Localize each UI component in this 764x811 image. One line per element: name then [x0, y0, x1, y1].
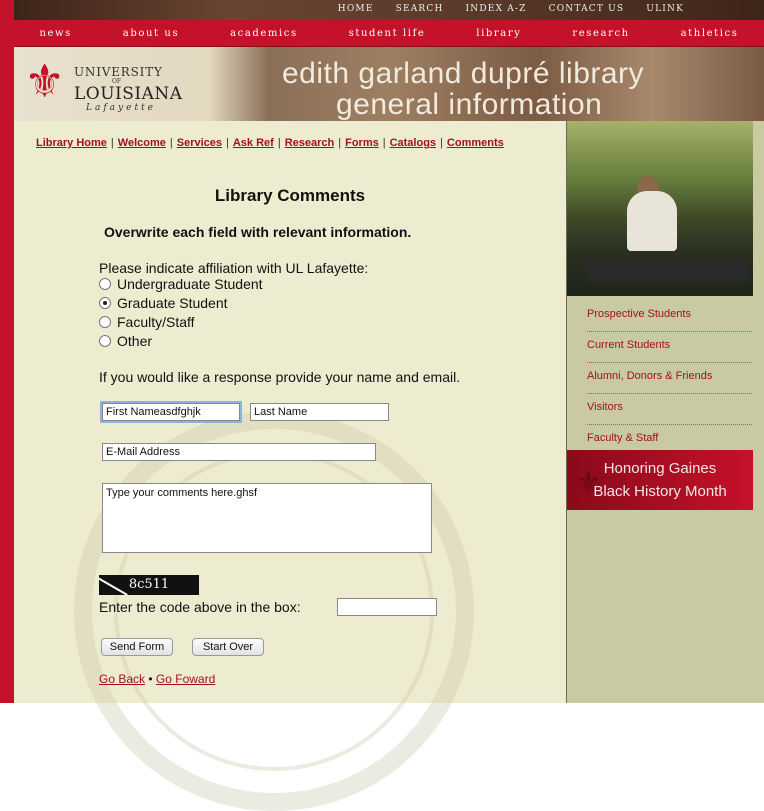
logo-lafayette: Lafayette: [86, 103, 157, 113]
logo-university: UNIVERSITY: [74, 65, 163, 79]
separator: |: [338, 137, 342, 149]
radio-label: Faculty/Staff: [117, 314, 195, 330]
form-instruction: Overwrite each field with relevant infor…: [104, 224, 412, 240]
go-back-link[interactable]: Go Back: [99, 672, 145, 686]
library-links: Library Home | Welcome | Services | Ask Ref | Re…: [36, 137, 504, 149]
email-field[interactable]: E-Mail Address: [102, 443, 376, 461]
captcha-text: 8c511: [128, 577, 170, 592]
main-nav: news about us academics student life lib…: [14, 20, 764, 47]
separator: |: [169, 137, 173, 149]
sidebar-item-prospective[interactable]: Prospective Students: [587, 301, 752, 332]
start-over-button[interactable]: Start Over: [192, 638, 264, 656]
radio-button-selected[interactable]: [99, 297, 111, 309]
black-history-promo[interactable]: ⚜ Honoring Gaines Black History Month: [567, 450, 753, 510]
radio-other[interactable]: Other: [99, 333, 152, 349]
go-forward-link[interactable]: Go Foward: [156, 672, 215, 686]
main-content: Library Home | Welcome | Services | Ask Ref | Re…: [14, 121, 566, 811]
utility-links: HOME SEARCH INDEX A-Z CONTACT US ULINK: [338, 4, 684, 14]
nav-item-news[interactable]: news: [39, 28, 71, 39]
banner-title-line1: edith garland dupré library: [282, 57, 645, 90]
sidebar: Prospective Students Current Students Al…: [566, 121, 764, 703]
link-services[interactable]: Services: [177, 137, 222, 149]
nav-item-about[interactable]: about us: [123, 28, 179, 39]
student-reading-photo: [567, 121, 753, 296]
nav-item-student-life[interactable]: student life: [349, 28, 426, 39]
history-links: Go Back • Go Foward: [99, 672, 215, 686]
sidebar-menu: Prospective Students Current Students Al…: [567, 301, 764, 456]
utility-link-search[interactable]: SEARCH: [396, 4, 444, 14]
logo-louisiana: LOUISIANA: [74, 84, 183, 104]
nav-item-academics[interactable]: academics: [230, 28, 298, 39]
radio-undergraduate[interactable]: Undergraduate Student: [99, 276, 263, 292]
nav-item-library[interactable]: library: [476, 28, 521, 39]
link-research[interactable]: Research: [285, 137, 335, 149]
radio-graduate[interactable]: Graduate Student: [99, 295, 228, 311]
utility-link-home[interactable]: HOME: [338, 4, 374, 14]
link-comments[interactable]: Comments: [447, 137, 504, 149]
code-prompt: Enter the code above in the box:: [99, 599, 301, 615]
radio-button[interactable]: [99, 335, 111, 347]
link-ask-ref[interactable]: Ask Ref: [233, 137, 274, 149]
nav-item-research[interactable]: research: [572, 28, 629, 39]
banner-title-line2: general information: [336, 88, 603, 121]
captcha-code-input[interactable]: [337, 598, 437, 616]
fleur-de-lis-icon: ⚜: [24, 55, 66, 107]
captcha-image: 8c511: [99, 575, 199, 595]
affiliation-prompt: Please indicate affiliation with UL Lafa…: [99, 260, 369, 276]
last-name-field[interactable]: Last Name: [250, 403, 389, 421]
page-title: Library Comments: [214, 186, 366, 205]
sidebar-item-visitors[interactable]: Visitors: [587, 394, 752, 425]
separator: |: [440, 137, 443, 149]
photo-person: [627, 191, 677, 251]
promo-line2: Black History Month: [593, 483, 727, 500]
radio-faculty-staff[interactable]: Faculty/Staff: [99, 314, 195, 330]
bullet-separator: •: [148, 672, 153, 686]
utility-link-contact[interactable]: CONTACT US: [549, 4, 625, 14]
separator: |: [277, 137, 281, 149]
separator: |: [226, 137, 229, 149]
utility-link-ulink[interactable]: ULINK: [646, 4, 684, 14]
left-red-border: [0, 0, 14, 703]
separator: |: [110, 137, 114, 149]
first-name-field[interactable]: First Nameasdfghjk: [100, 401, 242, 423]
link-catalogs[interactable]: Catalogs: [390, 137, 436, 149]
utility-bar: HOME SEARCH INDEX A-Z CONTACT US ULINK: [0, 0, 764, 20]
radio-label: Other: [117, 333, 153, 349]
separator: |: [382, 137, 386, 149]
radio-button[interactable]: [99, 278, 111, 290]
promo-line1: Honoring Gaines: [603, 460, 717, 477]
captcha-noise: [99, 575, 128, 595]
sidebar-item-alumni[interactable]: Alumni, Donors & Friends: [587, 363, 752, 394]
send-form-button[interactable]: Send Form: [101, 638, 173, 656]
response-prompt: If you would like a response provide you…: [99, 369, 461, 385]
nav-item-athletics[interactable]: athletics: [681, 28, 739, 39]
comments-textarea[interactable]: Type your comments here.ghsf: [102, 483, 432, 553]
radio-label: Graduate Student: [117, 295, 228, 311]
radio-label: Undergraduate Student: [117, 276, 263, 292]
photo-table: [587, 261, 747, 281]
link-welcome[interactable]: Welcome: [118, 137, 166, 149]
sidebar-item-current[interactable]: Current Students: [587, 332, 752, 363]
link-forms[interactable]: Forms: [345, 137, 379, 149]
radio-button[interactable]: [99, 316, 111, 328]
link-library-home[interactable]: Library Home: [36, 137, 107, 149]
utility-link-index[interactable]: INDEX A-Z: [466, 4, 527, 14]
university-logo[interactable]: ⚜ UNIVERSITY OF LOUISIANA Lafayette: [24, 56, 184, 114]
